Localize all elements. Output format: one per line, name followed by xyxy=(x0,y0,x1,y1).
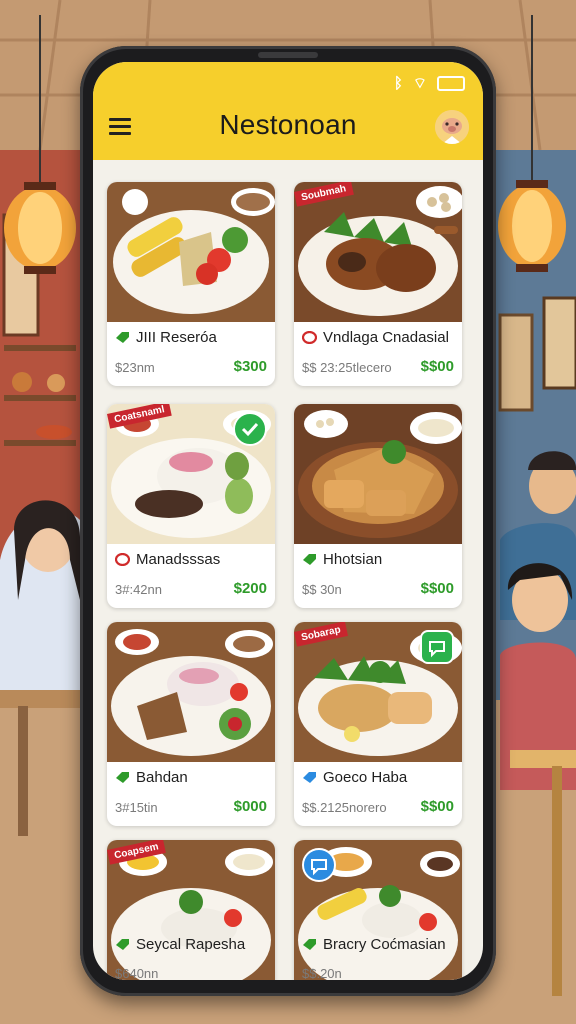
tag-icon xyxy=(116,939,129,950)
tag-icon xyxy=(116,332,129,343)
tag-icon xyxy=(302,331,317,344)
tag-icon xyxy=(116,772,129,783)
dish-card[interactable]: JIII Reseróa $23nm $300 xyxy=(107,182,275,386)
dish-price: $$00 xyxy=(420,798,454,815)
dish-title-row: Seycal Rapesha xyxy=(115,936,245,953)
dish-card[interactable]: Soubmah Vndlaga Cnadasial $$ 23:25tlecer… xyxy=(294,182,462,386)
tag-icon xyxy=(303,772,316,783)
tag-icon xyxy=(303,939,316,950)
dish-name: Manadsssas xyxy=(136,551,221,568)
dish-title-row: Goeco Haba xyxy=(302,769,407,786)
dish-subtext: $23nm xyxy=(115,360,155,375)
phone-speaker xyxy=(258,52,318,58)
dish-subtext: $$ 23:25tlecero xyxy=(302,360,392,375)
dish-subtext: $$.20n xyxy=(302,966,342,980)
status-bar: ᛒ ⌔ xyxy=(394,74,465,93)
dish-name: Goeco Haba xyxy=(323,769,408,786)
dish-photo xyxy=(294,182,462,322)
dish-card[interactable]: Bahdan 3#15tin $000 xyxy=(107,622,275,826)
dish-card[interactable]: Sobarap Goeco Haba $$.2125norero $$00 xyxy=(294,622,462,826)
dish-photo xyxy=(107,182,275,322)
tag-icon xyxy=(303,554,316,565)
dish-card[interactable]: Bracry Coćmasian $$.20n xyxy=(294,840,462,980)
user-avatar-icon xyxy=(435,110,469,144)
dish-card[interactable]: Hhotsian $$ 30n $$00 xyxy=(294,404,462,608)
dish-name: Bahdan xyxy=(136,769,188,786)
dish-name: Bracry Coćmasian xyxy=(323,936,446,953)
dish-subtext: 3#:42nn xyxy=(115,582,162,597)
dish-title-row: Hhotsian xyxy=(302,551,382,568)
dish-photo xyxy=(107,840,275,980)
bluetooth-icon: ᛒ xyxy=(393,75,403,92)
dish-name: Seycal Rapesha xyxy=(136,936,246,953)
dish-subtext: $$.2125norero xyxy=(302,800,387,815)
dish-title-row: Bracry Coćmasian xyxy=(302,936,446,953)
dish-card[interactable]: Coatsnaml Manadsssas 3#:42nn $200 xyxy=(107,404,275,608)
dish-subtext: $640nn xyxy=(115,966,159,980)
dish-price: $$00 xyxy=(420,580,454,597)
dish-name: Hhotsian xyxy=(323,551,383,568)
avatar[interactable] xyxy=(435,110,469,144)
dish-title-row: JIII Reseróa xyxy=(115,329,217,346)
dish-subtext: 3#15tin xyxy=(115,800,158,815)
app-screen: ᛒ ⌔ Nestonoan JIII Reseróa $23nm $300 So… xyxy=(93,62,483,980)
dish-title-row: Vndlaga Cnadasial xyxy=(302,329,449,346)
tag-icon xyxy=(115,553,130,566)
chat-icon[interactable] xyxy=(420,630,454,664)
dish-name: Vndlaga Cnadasial xyxy=(323,329,449,346)
dish-price: $$00 xyxy=(420,358,454,375)
dish-photo xyxy=(294,404,462,544)
dish-card[interactable]: Coapsem Seycal Rapesha $640nn xyxy=(107,840,275,980)
dish-price: $000 xyxy=(233,798,267,815)
app-title: Nestonoan xyxy=(219,109,357,140)
battery-icon xyxy=(437,76,465,91)
dish-title-row: Manadsssas xyxy=(115,551,220,568)
selected-check-icon[interactable] xyxy=(233,412,267,446)
dish-price: $300 xyxy=(233,358,267,375)
chat-icon[interactable] xyxy=(302,848,336,882)
dish-price: $200 xyxy=(233,580,267,597)
dish-photo xyxy=(107,622,275,762)
dish-title-row: Bahdan xyxy=(115,769,188,786)
dish-subtext: $$ 30n xyxy=(302,582,342,597)
app-header: ᛒ ⌔ Nestonoan xyxy=(93,62,483,160)
dish-name: JIII Reseróa xyxy=(136,329,217,346)
wifi-icon: ⌔ xyxy=(412,75,427,92)
